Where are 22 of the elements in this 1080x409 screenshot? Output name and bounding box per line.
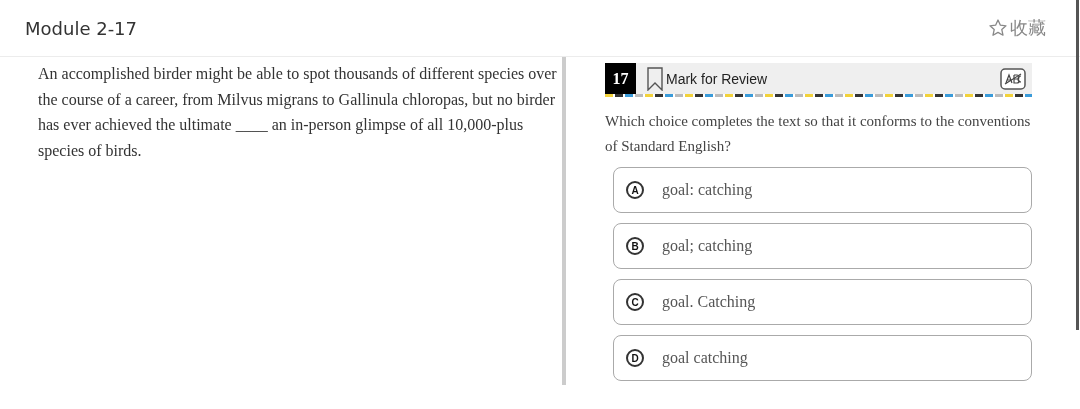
passage-text: An accomplished birder might be able to spot thousands of different species over the course of a career, from Milvus migrans to Gallinula chloropas, but no birder has ever achieved the ultimate ____ an in-person glimpse of all 10,000-plus species of birds. <box>38 64 558 162</box>
scrollbar[interactable] <box>1076 0 1079 330</box>
choice-letter: B <box>626 237 644 255</box>
bookmark-icon <box>647 66 663 91</box>
choice-letter: A <box>626 181 644 199</box>
choice-letter: D <box>626 349 644 367</box>
eliminator-toggle-icon[interactable] <box>1000 67 1026 90</box>
choice-letter: C <box>626 293 644 311</box>
choice-text: goal: catching <box>662 181 753 199</box>
favorite-button[interactable]: 收藏 <box>988 16 1046 40</box>
choice-text: goal catching <box>662 349 748 367</box>
choice-text: goal. Catching <box>662 293 756 311</box>
answer-choice[interactable]: D goal catching <box>613 335 1032 381</box>
choice-text: goal; catching <box>662 237 753 255</box>
answer-choice[interactable]: B goal; catching <box>613 223 1032 269</box>
answer-choice[interactable]: C goal. Catching <box>613 279 1032 325</box>
star-icon <box>988 18 1008 38</box>
question-prompt: Which choice completes the text so that it conforms to the conventions of Standard English? <box>605 112 1032 156</box>
module-title: Module 2-17 <box>25 17 138 39</box>
answer-choice[interactable]: A goal: catching <box>613 167 1032 213</box>
question-number: 17 <box>605 63 636 94</box>
mark-for-review-button[interactable]: Mark for Review <box>636 66 768 91</box>
